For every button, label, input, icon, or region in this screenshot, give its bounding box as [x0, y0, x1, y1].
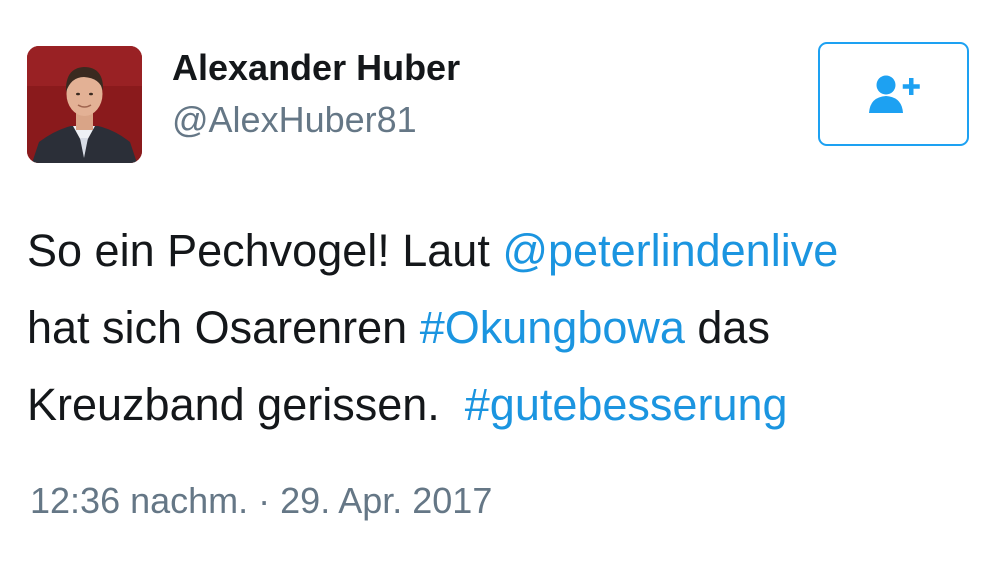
- tweet-text-part: hat sich Osarenren: [27, 302, 420, 353]
- hashtag-link[interactable]: #Okungbowa: [420, 302, 685, 353]
- tweet-date: 29. Apr. 2017: [280, 480, 493, 521]
- tweet-text: So ein Pechvogel! Laut @peterlindenlive h…: [27, 212, 977, 443]
- timestamp-separator: ·: [248, 480, 281, 521]
- avatar[interactable]: [27, 46, 142, 163]
- tweet-text-part: Kreuzband gerissen.: [27, 379, 465, 430]
- tweet-text-part: das: [684, 302, 770, 353]
- follow-button[interactable]: [818, 42, 969, 146]
- tweet-text-part: So ein Pechvogel! Laut: [27, 225, 503, 276]
- user-handle[interactable]: @AlexHuber81: [172, 98, 417, 142]
- tweet-timestamp[interactable]: 12:36 nachm. · 29. Apr. 2017: [30, 476, 492, 526]
- tweet-time: 12:36 nachm.: [30, 480, 249, 521]
- follow-user-plus-icon: [868, 75, 920, 113]
- display-name[interactable]: Alexander Huber: [172, 46, 460, 90]
- mention-link[interactable]: @peterlindenlive: [502, 225, 838, 276]
- profile-photo: [27, 46, 142, 163]
- hashtag-link[interactable]: #gutebesserung: [465, 379, 788, 430]
